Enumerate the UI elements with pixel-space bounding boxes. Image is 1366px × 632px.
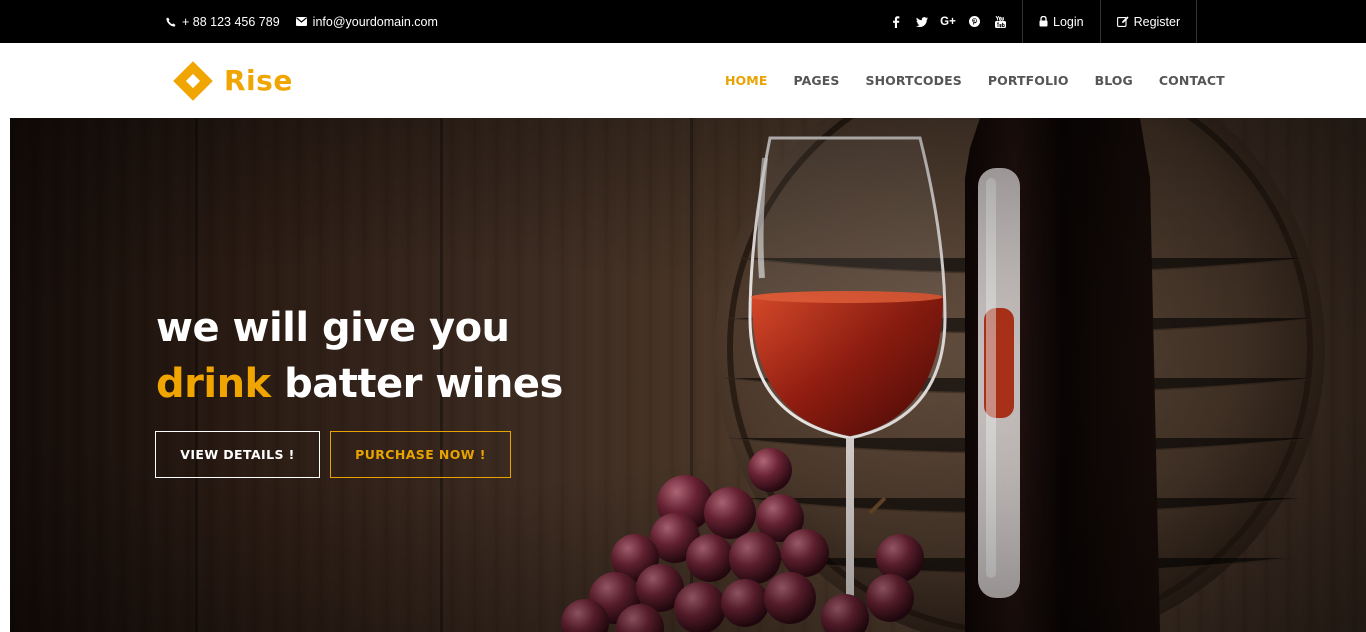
main-menu: HOME PAGES SHORTCODES PORTFOLIO BLOG CON… [712, 43, 1238, 118]
hero-headline: we will give you drink batter wines [156, 300, 563, 412]
purchase-now-button[interactable]: PURCHASE NOW ! [330, 431, 511, 478]
login-label: Login [1053, 14, 1084, 29]
social-links: G+ [883, 0, 1013, 43]
nav-item-blog[interactable]: BLOG [1082, 73, 1146, 88]
lock-icon [1039, 16, 1048, 27]
envelope-icon [295, 17, 307, 26]
logo-diamond-icon [173, 60, 213, 101]
phone-item: + 88 123 456 789 [166, 15, 280, 29]
hero-slider: we will give you drink batter wines VIEW… [10, 118, 1366, 632]
email-address[interactable]: info@yourdomain.com [313, 15, 438, 29]
pinterest-icon[interactable] [961, 0, 987, 43]
youtube-icon[interactable] [987, 0, 1013, 43]
phone-icon [166, 17, 176, 27]
nav-item-portfolio[interactable]: PORTFOLIO [975, 73, 1082, 88]
google-plus-icon[interactable]: G+ [935, 0, 961, 43]
register-label: Register [1133, 14, 1181, 29]
headline-line-2-rest: batter wines [270, 361, 563, 407]
login-link[interactable]: Login [1022, 0, 1100, 43]
edit-icon [1116, 16, 1129, 27]
logo-text: Rise [224, 64, 293, 97]
phone-number: + 88 123 456 789 [182, 14, 280, 29]
nav-item-shortcodes[interactable]: SHORTCODES [852, 73, 974, 88]
register-link[interactable]: Register [1099, 0, 1198, 43]
email-item[interactable]: info@yourdomain.com [295, 15, 438, 29]
headline-line-1: we will give you [156, 305, 510, 351]
facebook-icon[interactable] [883, 0, 909, 43]
headline-line-2: drink batter wines [156, 356, 563, 412]
nav-item-contact[interactable]: CONTACT [1146, 73, 1238, 88]
view-details-button[interactable]: VIEW DETAILS ! [155, 431, 320, 478]
twitter-icon[interactable] [909, 0, 935, 43]
site-logo[interactable]: Rise [173, 60, 293, 101]
contact-info: + 88 123 456 789 info@yourdomain.com [166, 0, 454, 43]
main-navbar: Rise HOME PAGES SHORTCODES PORTFOLIO BLO… [0, 43, 1366, 118]
headline-accent-word: drink [156, 361, 271, 407]
nav-item-pages[interactable]: PAGES [780, 73, 852, 88]
google-plus-glyph: G+ [940, 15, 956, 28]
auth-links: Login Register [1022, 0, 1198, 43]
top-bar: + 88 123 456 789 info@yourdomain.com G+ … [0, 0, 1366, 43]
nav-item-home[interactable]: HOME [712, 73, 780, 88]
